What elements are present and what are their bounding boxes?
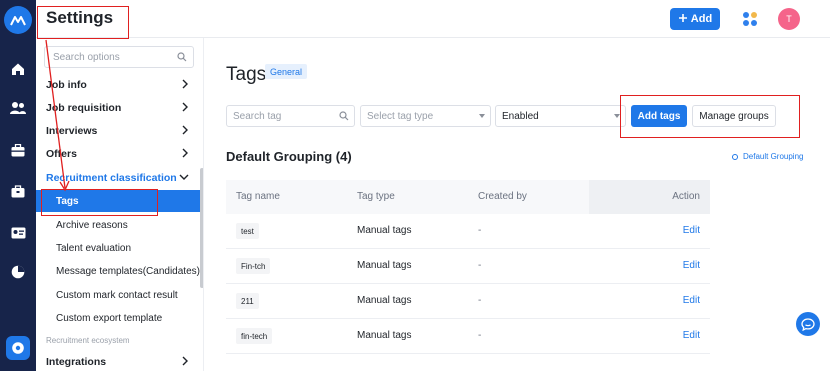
tag-type-cell: Manual tags	[357, 225, 412, 236]
created-by-cell: -	[478, 295, 482, 306]
tag-name-chip: Fin-tch	[236, 258, 271, 274]
anchor-dot-icon	[732, 153, 738, 160]
table-row: Fin-tch Manual tags - Edit	[226, 249, 710, 284]
tag-type-cell: Manual tags	[357, 330, 412, 341]
sidebar-item-label: Job requisition	[46, 102, 122, 114]
settings-icon[interactable]	[6, 336, 30, 360]
group-title: Default Grouping	[226, 149, 333, 164]
annotation-box-tags	[41, 189, 158, 216]
group-anchor-link[interactable]: Default Grouping	[732, 152, 803, 161]
sidebar-item-job-info[interactable]: Job info	[36, 74, 201, 96]
tag-name-chip: 211	[236, 293, 259, 309]
tag-type-placeholder: Select tag type	[367, 111, 434, 122]
table-row: test Manual tags - Edit	[226, 214, 710, 249]
tag-type-select[interactable]: Select tag type	[360, 105, 491, 127]
sidebar-item-offers[interactable]: Offers	[36, 143, 201, 165]
chat-bubble-icon[interactable]	[796, 312, 820, 336]
status-select[interactable]: Enabled	[495, 105, 626, 127]
icon-rail	[0, 0, 36, 371]
edit-link[interactable]: Edit	[683, 260, 700, 271]
group-heading: Default Grouping (4)	[226, 149, 352, 164]
table-row: fin-tech Manual tags - Edit	[226, 319, 710, 354]
sidebar-subitem-custom-mark-contact-result[interactable]: Custom mark contact result	[36, 284, 201, 306]
plus-icon	[678, 13, 688, 26]
add-button[interactable]: Add	[670, 8, 720, 30]
edit-link[interactable]: Edit	[683, 225, 700, 236]
search-options-placeholder: Search options	[53, 52, 120, 63]
search-icon	[339, 111, 349, 124]
table-header: Tag name Tag type Created by Action	[226, 180, 710, 214]
page-title: Tags	[226, 64, 267, 85]
sidebar-item-label: Offers	[46, 148, 77, 160]
apps-grid-icon[interactable]	[741, 10, 759, 28]
sidebar-subitem-message-templates[interactable]: Message templates(Candidates)	[36, 260, 201, 282]
group-count: (4)	[335, 149, 352, 164]
column-header-action: Action	[672, 191, 700, 202]
chevron-right-icon	[181, 79, 189, 92]
column-header-created-by: Created by	[478, 191, 527, 202]
edit-link[interactable]: Edit	[683, 295, 700, 306]
top-bar: Settings Add T	[36, 0, 830, 38]
toolbox-icon[interactable]	[9, 182, 27, 200]
sidebar-subitem-talent-evaluation[interactable]: Talent evaluation	[36, 237, 201, 259]
created-by-cell: -	[478, 330, 482, 341]
sidebar-item-recruitment-classification[interactable]: Recruitment classification	[36, 167, 201, 189]
general-badge: General	[265, 64, 308, 79]
tag-type-cell: Manual tags	[357, 295, 412, 306]
briefcase-icon[interactable]	[9, 141, 27, 159]
column-header-tag-type: Tag type	[357, 191, 395, 202]
add-button-label: Add	[690, 13, 713, 25]
home-icon[interactable]	[9, 60, 27, 78]
chevron-down-icon	[179, 172, 189, 184]
sidebar-scrollbar[interactable]	[200, 168, 203, 288]
annotation-box-actions	[620, 95, 800, 138]
id-card-icon[interactable]	[9, 224, 27, 242]
sidebar-item-label: Interviews	[46, 125, 98, 137]
main-content: Tags General Search tag Select tag type …	[205, 38, 830, 371]
group-anchor-label: Default Grouping	[743, 152, 804, 161]
status-select-value: Enabled	[502, 111, 539, 122]
sidebar-item-integrations[interactable]: Integrations	[36, 351, 201, 371]
edit-link[interactable]: Edit	[683, 330, 700, 341]
chevron-right-icon	[181, 102, 189, 115]
caret-down-icon	[479, 114, 485, 118]
sidebar-subitem-archive-reasons[interactable]: Archive reasons	[36, 214, 201, 236]
created-by-cell: -	[478, 260, 482, 271]
search-tag-placeholder: Search tag	[233, 111, 282, 122]
sidebar-item-interviews[interactable]: Interviews	[36, 120, 201, 142]
chevron-right-icon	[181, 356, 189, 369]
people-icon[interactable]	[9, 99, 27, 117]
avatar[interactable]: T	[778, 8, 800, 30]
annotation-box-settings	[37, 6, 129, 39]
sidebar-item-label: Integrations	[46, 356, 107, 368]
search-icon	[177, 52, 187, 65]
search-tag-input[interactable]: Search tag	[226, 105, 355, 127]
section-label-recruitment-ecosystem: Recruitment ecosystem	[46, 336, 130, 345]
sidebar-item-label: Job info	[46, 79, 87, 91]
created-by-cell: -	[478, 225, 482, 236]
tag-name-chip: test	[236, 223, 259, 239]
pie-chart-icon[interactable]	[9, 263, 27, 281]
chevron-right-icon	[181, 125, 189, 138]
column-header-tag-name: Tag name	[236, 191, 280, 202]
tag-name-chip: fin-tech	[236, 328, 273, 344]
table-row: 211 Manual tags - Edit	[226, 284, 710, 319]
tag-type-cell: Manual tags	[357, 260, 412, 271]
app-logo-icon[interactable]	[4, 6, 32, 34]
sidebar-subitem-custom-export-template[interactable]: Custom export template	[36, 307, 201, 329]
chevron-right-icon	[181, 148, 189, 161]
sidebar-item-job-requisition[interactable]: Job requisition	[36, 97, 201, 119]
sidebar-item-label: Recruitment classification	[46, 172, 177, 184]
search-options-input[interactable]: Search options	[44, 46, 194, 68]
